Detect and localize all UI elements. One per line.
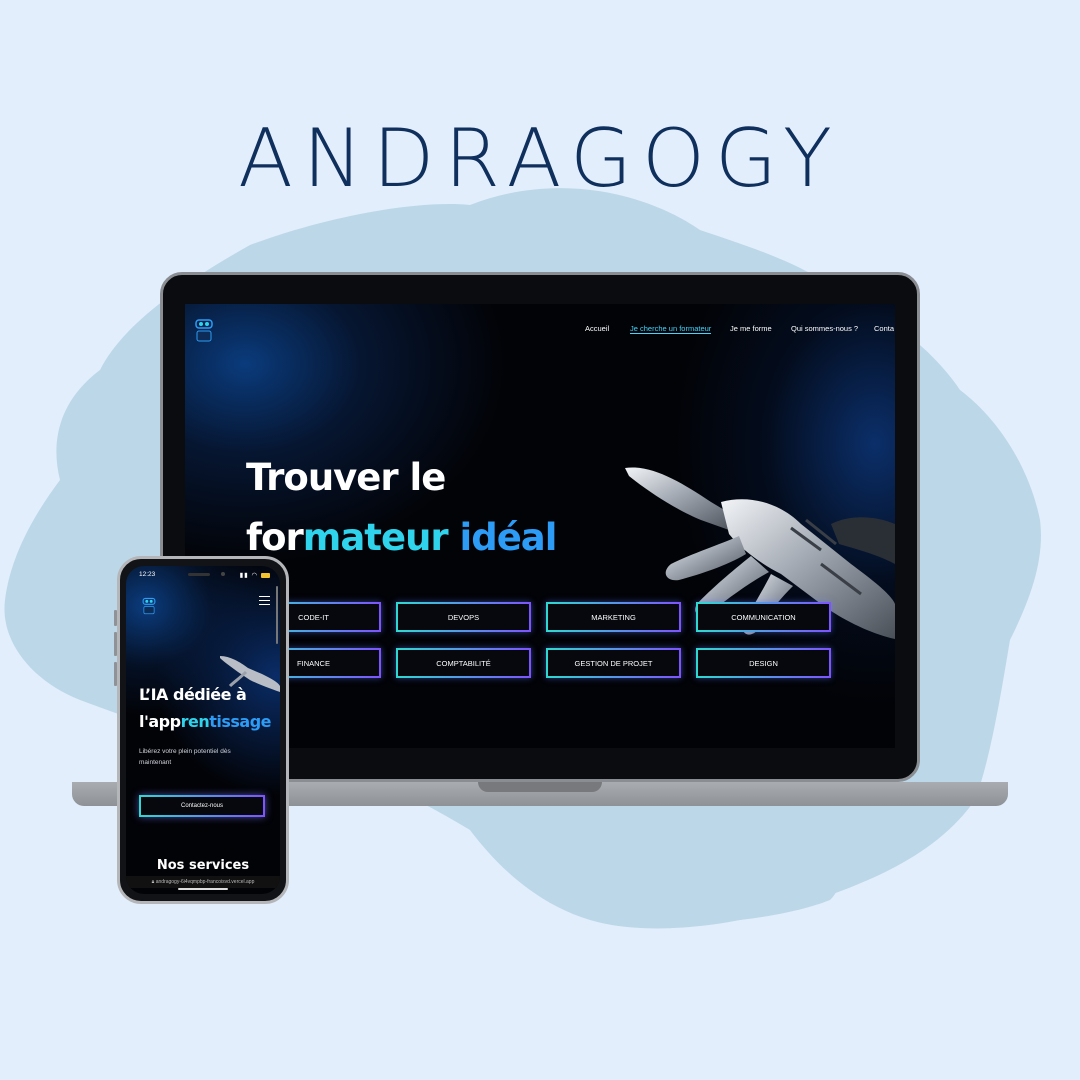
mobile-screen: 12:23 ▮▮ ◠ L’IA dédiée à l'apprentissage… bbox=[126, 566, 280, 894]
mobile-hero-line1: L’IA dédiée à bbox=[139, 685, 247, 704]
category-design-button[interactable]: DESIGN bbox=[696, 648, 831, 678]
hero-title-line1: Trouver le bbox=[246, 456, 446, 499]
status-bar: 12:23 ▮▮ ◠ bbox=[126, 571, 280, 581]
category-gestion-de-projet-button[interactable]: GESTION DE PROJET bbox=[546, 648, 681, 678]
phone-volume-down-button bbox=[114, 662, 117, 686]
home-indicator[interactable] bbox=[178, 888, 228, 890]
category-devops-button[interactable]: DEVOPS bbox=[396, 602, 531, 632]
mobile-hero-word-part2: ren bbox=[180, 712, 210, 731]
desktop-screen: Accueil Je cherche un formateur Je me fo… bbox=[185, 304, 895, 748]
hero-title-line2: formateur idéal bbox=[246, 516, 558, 559]
speaker-grille bbox=[188, 573, 210, 576]
services-heading: Nos services bbox=[156, 858, 250, 873]
brand-title: ANDRAGOGY bbox=[238, 112, 842, 205]
category-marketing-button[interactable]: MARKETING bbox=[546, 602, 681, 632]
nav-qui-sommes-nous[interactable]: Qui sommes-nous ? bbox=[791, 324, 858, 333]
url-text: andragogy-6i4vqmpbp-francoisvd.vercel.ap… bbox=[155, 879, 255, 885]
robot-logo-icon[interactable] bbox=[140, 594, 158, 616]
camera-dot bbox=[221, 572, 225, 576]
category-comptabilite-button[interactable]: COMPTABILITÉ bbox=[396, 648, 531, 678]
signal-wifi-battery-icon: ▮▮ ◠ bbox=[240, 571, 270, 579]
nav-je-cherche-un-formateur[interactable]: Je cherche un formateur bbox=[630, 324, 712, 334]
url-bar[interactable]: 🔒︎ andragogy-6i4vqmpbp-francoisvd.vercel… bbox=[126, 876, 280, 888]
nav-je-me-forme[interactable]: Je me forme bbox=[730, 324, 772, 333]
mobile-hero-word-part3: tissage bbox=[209, 712, 272, 731]
nav-contact[interactable]: Conta bbox=[874, 324, 894, 333]
hero-word-for: for bbox=[246, 516, 304, 559]
category-communication-button[interactable]: COMMUNICATION bbox=[696, 602, 831, 632]
mobile-hero-subtitle: Libérez votre plein potentiel dès mainte… bbox=[139, 748, 231, 766]
phone-volume-up-button bbox=[114, 632, 117, 656]
main-nav: Accueil Je cherche un formateur Je me fo… bbox=[185, 324, 895, 338]
robot-hand-image bbox=[625, 467, 895, 639]
scrollbar[interactable] bbox=[276, 586, 278, 644]
laptop-notch bbox=[478, 782, 602, 792]
contact-button[interactable]: Contactez-nous bbox=[139, 795, 265, 817]
hamburger-menu-icon[interactable] bbox=[259, 596, 270, 605]
status-time: 12:23 bbox=[139, 571, 156, 578]
mobile-hero-word-part1: l'app bbox=[139, 712, 181, 731]
mobile-hero-line2: l'apprentissage bbox=[139, 712, 272, 731]
hero-word-mateur: mateur bbox=[302, 516, 460, 559]
nav-accueil[interactable]: Accueil bbox=[585, 324, 609, 333]
phone-side-button bbox=[114, 610, 117, 626]
hero-word-ideal: idéal bbox=[459, 516, 558, 559]
